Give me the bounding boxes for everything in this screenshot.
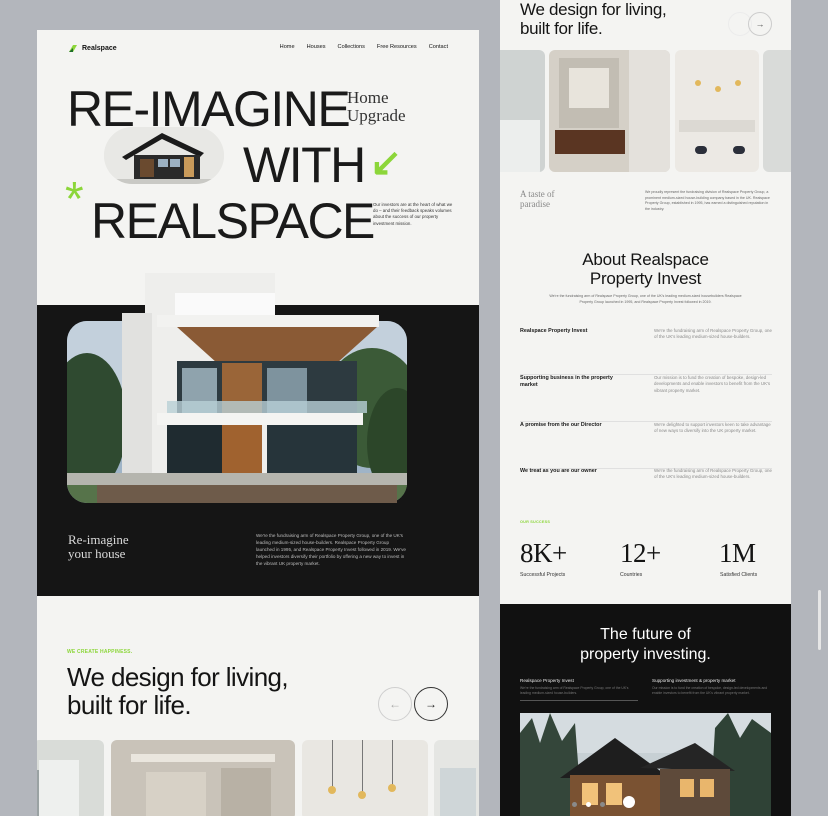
- arrow-down-left-icon: ↙: [370, 142, 402, 184]
- design-heading-line-1: We design for living,: [67, 662, 289, 692]
- about-row: We treat as you are our owner We're the …: [520, 468, 772, 514]
- future-house-image: [520, 713, 771, 816]
- right-gallery-image-1[interactable]: [500, 50, 545, 172]
- nav-home[interactable]: Home: [280, 44, 295, 50]
- nav-free-resources[interactable]: Free Resources: [377, 44, 417, 50]
- nav-collections[interactable]: Collections: [338, 44, 365, 50]
- nav-links: Home Houses Collections Free Resources C…: [280, 44, 448, 50]
- about-row: A promise from the our Director We're de…: [520, 422, 772, 469]
- future-col-2-description: Our mission is to fund the creation of b…: [652, 686, 768, 695]
- top-nav: Realspace Home Houses Collections Free R…: [37, 30, 479, 66]
- right-design-heading-line-1: We design for living,: [520, 0, 667, 19]
- arrow-right-icon: →: [755, 19, 765, 29]
- about-row-title: Realspace Property Invest: [520, 328, 588, 334]
- band-heading: Re-imagine your house: [68, 533, 129, 561]
- brand-name: Realspace: [82, 44, 117, 52]
- taste-description: We proudly represent the fundraising div…: [645, 190, 770, 211]
- future-heading-line-2: property investing.: [580, 646, 711, 663]
- future-heading-line-1: The future of: [600, 626, 691, 643]
- right-gallery-image-4[interactable]: [763, 50, 791, 172]
- band-heading-line-1: Re-imagine: [68, 532, 129, 547]
- gallery-image-4[interactable]: [434, 740, 479, 816]
- arrow-right-icon: →: [425, 697, 437, 711]
- about-row: Supporting business in the property mark…: [520, 375, 772, 422]
- carousel-prev-button[interactable]: ←: [378, 687, 412, 721]
- about-row-title: We treat as you are our owner: [520, 468, 597, 474]
- hero-line-3: REALSPACE: [91, 193, 375, 249]
- play-button[interactable]: [623, 796, 635, 808]
- stat-number: 12+: [620, 538, 661, 568]
- future-col-1-title: Realspace Property Invest: [520, 678, 574, 683]
- landing-page-right: We design for living, built for life. → …: [500, 0, 791, 816]
- gallery-image-3[interactable]: [302, 740, 428, 816]
- hero-line-1: RE-IMAGINE: [67, 81, 351, 137]
- about-subtitle: We're the fundraising arm of Realspace P…: [549, 294, 742, 304]
- taste-heading-line-1: A taste of: [520, 189, 555, 199]
- taste-heading-line-2: paradise: [520, 199, 550, 209]
- future-col-2-title: Supporting investment & property market: [652, 678, 736, 683]
- about-row-description: We're the fundraising arm of Realspace P…: [654, 468, 772, 480]
- about-row-description: We're delighted to support investors kee…: [654, 422, 771, 434]
- right-gallery-image-2[interactable]: [549, 50, 670, 172]
- about-row-description: We're the fundraising arm of Realspace P…: [654, 328, 772, 340]
- landing-page-left: Realspace Home Houses Collections Free R…: [37, 30, 479, 816]
- about-row: Realspace Property Invest We're the fund…: [520, 328, 772, 375]
- about-row-title: A promise from the our Director: [520, 422, 602, 428]
- stat-number: 8K+: [520, 538, 567, 568]
- about-heading-line-2: Property Invest: [589, 269, 702, 288]
- gallery-image-1[interactable]: [37, 740, 104, 816]
- stat-number: 1M: [719, 538, 756, 568]
- brand-logo[interactable]: Realspace: [68, 43, 117, 53]
- carousel-dot[interactable]: [572, 802, 577, 807]
- about-row-description: Our mission is to fund the creation of b…: [654, 375, 771, 393]
- right-design-heading: We design for living, built for life.: [520, 0, 667, 38]
- stat-label: Satisfied Clients: [720, 572, 758, 578]
- right-gallery-image-3[interactable]: [675, 50, 759, 172]
- carousel-dot[interactable]: [600, 802, 605, 807]
- design-heading-line-2: built for life.: [67, 690, 192, 720]
- carousel-next-button[interactable]: →: [414, 687, 448, 721]
- design-heading: We design for living, built for life.: [67, 662, 289, 720]
- hero-side-1: Home: [347, 88, 389, 107]
- hero-side-2: Upgrade: [347, 106, 406, 125]
- nav-houses[interactable]: Houses: [307, 44, 326, 50]
- gallery-image-2[interactable]: [111, 740, 295, 816]
- hero-line-2: WITH: [243, 137, 366, 193]
- stat-label: Successful Projects: [520, 572, 566, 578]
- modern-house-image: [67, 273, 407, 503]
- design-eyebrow: WE CREATE HAPPINESS.: [67, 649, 133, 655]
- about-heading: About Realspace Property Invest: [500, 250, 791, 288]
- carousel-dot-active[interactable]: [586, 802, 591, 807]
- nav-contact[interactable]: Contact: [429, 44, 448, 50]
- scrollbar[interactable]: [818, 590, 821, 650]
- about-row-title: Supporting business in the property mark…: [520, 375, 613, 388]
- stat-label: Countries: [620, 572, 643, 578]
- right-design-heading-line-2: built for life.: [520, 19, 603, 38]
- success-label: OUR SUCCESS: [520, 520, 551, 524]
- asterisk-icon: *: [65, 173, 84, 226]
- future-col-1-description: We're the fundraising arm of Realspace P…: [520, 686, 629, 695]
- right-next-button[interactable]: →: [748, 12, 772, 36]
- band-description: We're the fundraising arm of Realspace P…: [256, 533, 406, 566]
- leaf-logo-icon: [69, 45, 77, 52]
- hero-description: Our investors are at the heart of what w…: [373, 202, 453, 226]
- active-tab-underline: [520, 700, 638, 701]
- taste-heading: A taste of paradise: [520, 189, 555, 209]
- future-heading: The future of property investing.: [500, 625, 791, 665]
- hero-house-thumbnail: [104, 127, 224, 184]
- band-heading-line-2: your house: [68, 546, 126, 561]
- about-heading-line-1: About Realspace: [582, 250, 709, 269]
- arrow-left-icon: ←: [389, 697, 401, 711]
